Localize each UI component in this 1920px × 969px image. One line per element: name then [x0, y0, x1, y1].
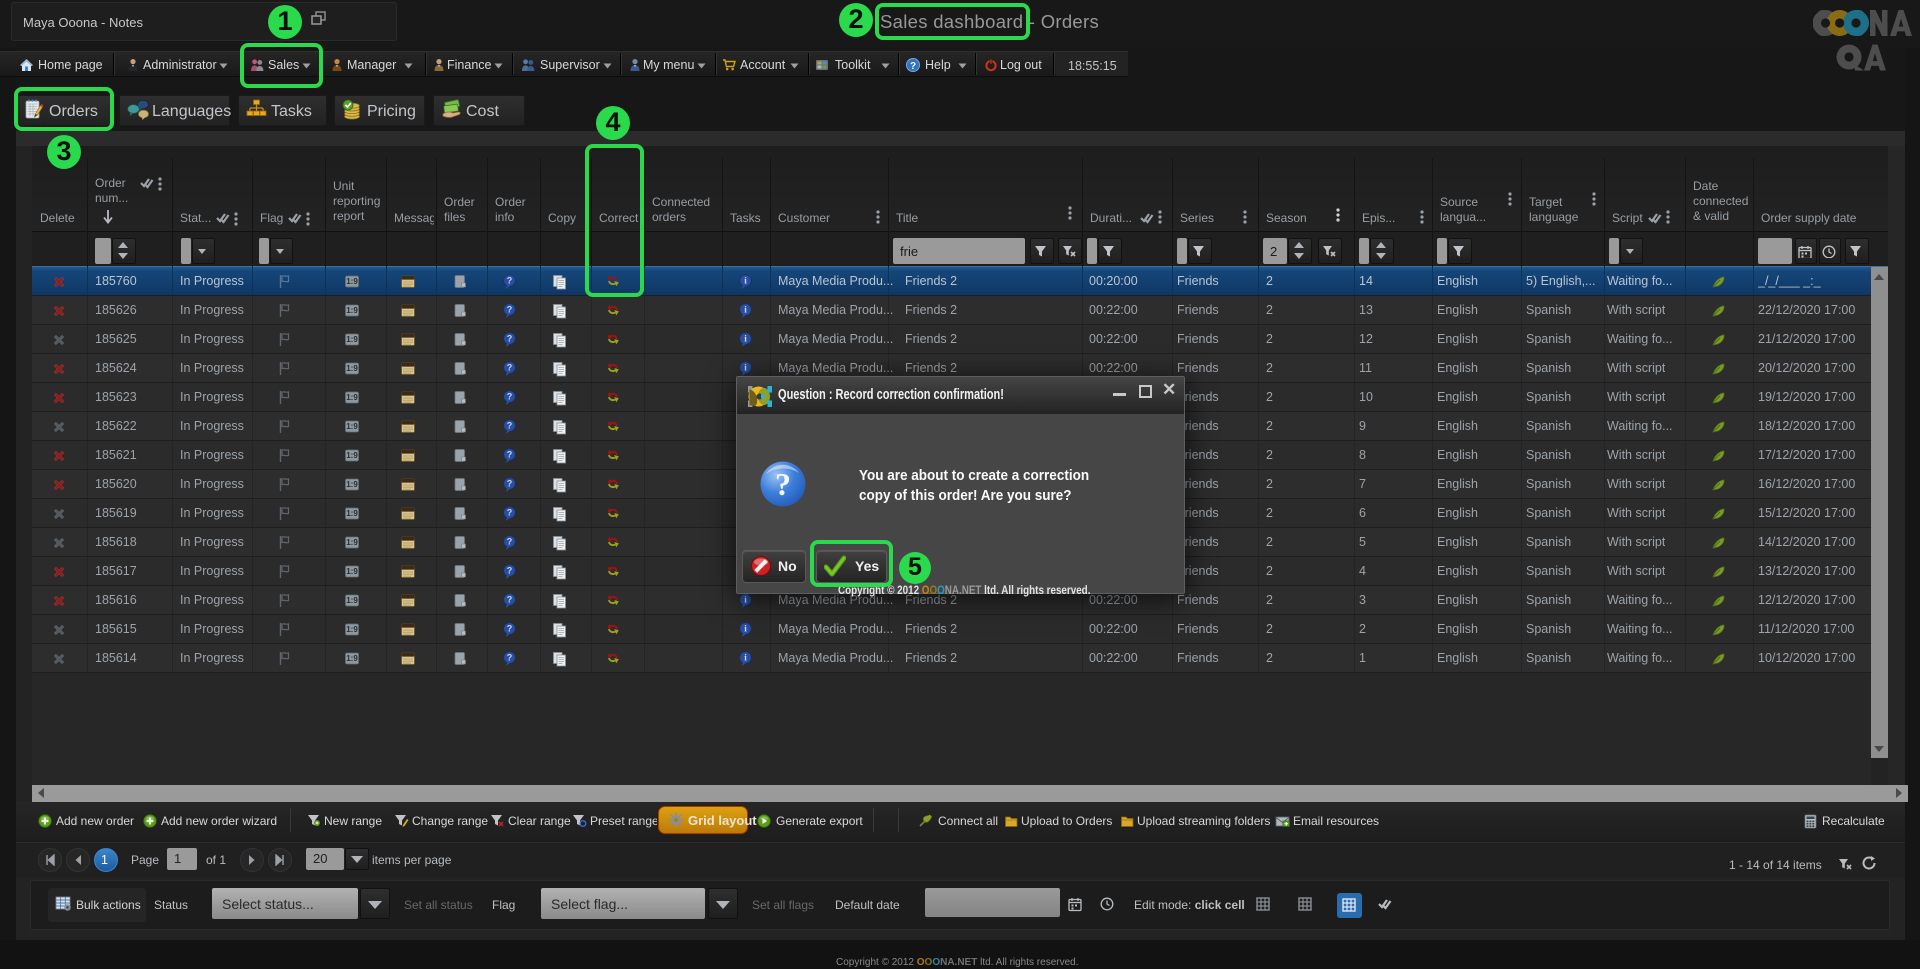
svg-text:?: ? — [507, 334, 513, 344]
svg-text:?: ? — [507, 595, 513, 605]
svg-text:1:9: 1:9 — [346, 567, 358, 576]
svg-text:?: ? — [507, 508, 513, 518]
svg-text:1:9: 1:9 — [346, 364, 358, 373]
svg-text:1:9: 1:9 — [346, 509, 358, 518]
svg-text:?: ? — [507, 363, 513, 373]
svg-text:1:9: 1:9 — [346, 596, 358, 605]
svg-text:?: ? — [507, 537, 513, 547]
svg-text:1:9: 1:9 — [346, 538, 358, 547]
svg-text:?: ? — [507, 566, 513, 576]
svg-text:?: ? — [775, 466, 791, 502]
svg-text:1:9: 1:9 — [346, 277, 358, 286]
svg-text:?: ? — [507, 653, 513, 663]
svg-text:?: ? — [507, 421, 513, 431]
svg-text:1:9: 1:9 — [346, 335, 358, 344]
svg-text:1:9: 1:9 — [346, 422, 358, 431]
svg-text:?: ? — [507, 450, 513, 460]
svg-text:1:9: 1:9 — [346, 654, 358, 663]
svg-text:?: ? — [507, 624, 513, 634]
svg-text:?: ? — [910, 61, 916, 72]
svg-text:1:9: 1:9 — [346, 480, 358, 489]
svg-text:1:9: 1:9 — [346, 393, 358, 402]
svg-text:1:9: 1:9 — [346, 625, 358, 634]
svg-text:?: ? — [507, 305, 513, 315]
svg-text:?: ? — [507, 276, 513, 286]
svg-text:?: ? — [507, 392, 513, 402]
svg-text:1:9: 1:9 — [346, 451, 358, 460]
svg-text:1:9: 1:9 — [346, 306, 358, 315]
svg-text:?: ? — [507, 479, 513, 489]
